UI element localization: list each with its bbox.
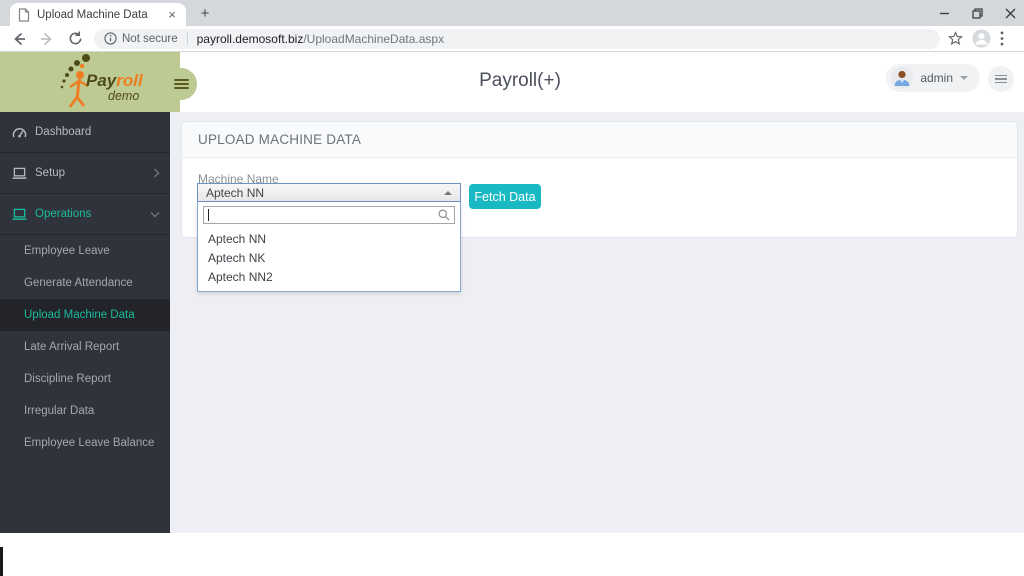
sidebar-subitem-employee-leave-balance[interactable]: Employee Leave Balance xyxy=(0,427,170,459)
sidebar-subitem-discipline-report[interactable]: Discipline Report xyxy=(0,363,170,395)
chevron-right-icon xyxy=(153,168,160,178)
new-tab-button[interactable]: + xyxy=(196,5,214,23)
security-label: Not secure xyxy=(122,32,178,45)
sidebar-item-label: Operations xyxy=(35,208,92,220)
tab-title: Upload Machine Data xyxy=(37,8,148,21)
sidebar-nav: Dashboard Setup Operations Employee Leav… xyxy=(0,112,170,533)
machine-select-selection[interactable]: Aptech NN xyxy=(197,183,461,202)
page-title: Payroll(+) xyxy=(479,70,561,91)
dashboard-gauge-icon xyxy=(12,126,27,139)
app-header: Payroll demo Payroll(+) admin xyxy=(0,52,1024,112)
tab-close-icon[interactable]: × xyxy=(166,8,178,21)
browser-toolbar: Not secure payroll.demosoft.biz/UploadMa… xyxy=(0,26,1024,52)
chevron-down-icon xyxy=(150,211,160,218)
sidebar-item-label: Dashboard xyxy=(35,126,92,138)
dropdown-option-list: Aptech NN Aptech NK Aptech NN2 xyxy=(198,226,460,291)
app-logo[interactable]: Payroll demo xyxy=(0,52,180,112)
user-avatar xyxy=(891,67,914,89)
browser-titlebar: Upload Machine Data × + xyxy=(0,0,1024,26)
sidebar-subitem-irregular-data[interactable]: Irregular Data xyxy=(0,395,170,427)
upload-machine-data-panel: UPLOAD MACHINE DATA Machine Name Aptech … xyxy=(181,121,1018,292)
url-text: payroll.demosoft.biz/UploadMachineData.a… xyxy=(197,32,444,46)
option-aptech-nn[interactable]: Aptech NN xyxy=(198,229,460,248)
header-menu-button[interactable] xyxy=(988,66,1014,92)
laptop-icon xyxy=(12,167,27,180)
panel-title: UPLOAD MACHINE DATA xyxy=(198,132,362,147)
chevron-down-icon xyxy=(960,76,968,80)
bookmark-star-icon[interactable] xyxy=(948,31,963,46)
menu-bars-icon xyxy=(995,73,1007,86)
chevron-up-icon xyxy=(444,190,452,195)
screen: Upload Machine Data × + Not secure payro… xyxy=(0,0,1024,576)
sidebar-subitem-generate-attendance[interactable]: Generate Attendance xyxy=(0,267,170,299)
machine-name-select: Aptech NN Aptech NN Aptech NK Aptech NN2 xyxy=(197,183,461,292)
url-domain: payroll.demosoft.biz xyxy=(196,31,304,46)
back-icon[interactable] xyxy=(10,30,28,48)
forward-icon[interactable] xyxy=(38,30,56,48)
omnibox-divider xyxy=(186,32,188,45)
page-favicon-icon xyxy=(18,7,30,22)
machine-select-value: Aptech NN xyxy=(206,185,265,200)
address-bar[interactable]: Not secure payroll.demosoft.biz/UploadMa… xyxy=(94,28,940,49)
page-bottom-area xyxy=(0,533,1024,576)
text-cursor xyxy=(208,209,209,221)
main-content: UPLOAD MACHINE DATA Machine Name Aptech … xyxy=(170,112,1024,533)
machine-select-dropdown: Aptech NN Aptech NK Aptech NN2 xyxy=(197,202,461,292)
security-chip[interactable]: Not secure xyxy=(104,32,178,45)
search-icon xyxy=(438,209,450,221)
sidebar-subitem-late-arrival-report[interactable]: Late Arrival Report xyxy=(0,331,170,363)
sidebar-item-operations[interactable]: Operations xyxy=(0,194,170,235)
url-path: /UploadMachineData.aspx xyxy=(303,31,445,46)
fetch-data-button[interactable]: Fetch Data xyxy=(469,184,541,209)
sidebar-subitem-employee-leave[interactable]: Employee Leave xyxy=(0,235,170,267)
laptop-icon xyxy=(12,208,27,221)
option-aptech-nk[interactable]: Aptech NK xyxy=(198,248,460,267)
hamburger-icon xyxy=(173,77,189,91)
logo-wordmark: Payroll xyxy=(86,71,143,90)
sidebar-item-setup[interactable]: Setup xyxy=(0,153,170,194)
sidebar-subitem-upload-machine-data[interactable]: Upload Machine Data xyxy=(0,299,170,331)
option-aptech-nn2[interactable]: Aptech NN2 xyxy=(198,267,460,286)
minimize-icon[interactable] xyxy=(939,8,950,19)
sidebar-item-label: Setup xyxy=(35,167,66,179)
logo-demo-label: demo xyxy=(108,89,140,103)
bottom-left-sliver xyxy=(0,547,3,576)
reload-icon[interactable] xyxy=(66,30,84,48)
dropdown-search-input[interactable] xyxy=(203,206,455,224)
browser-tab[interactable]: Upload Machine Data × xyxy=(10,3,186,26)
restore-icon[interactable] xyxy=(972,7,983,19)
sidebar-item-dashboard[interactable]: Dashboard xyxy=(0,112,170,153)
user-menu[interactable]: admin xyxy=(886,64,980,92)
sidebar-toggle-button[interactable] xyxy=(165,68,197,100)
close-window-icon[interactable] xyxy=(1005,8,1016,19)
panel-header: UPLOAD MACHINE DATA xyxy=(182,122,1017,158)
browser-profile-avatar[interactable] xyxy=(972,29,991,48)
browser-menu-dots-icon[interactable] xyxy=(1000,31,1004,46)
user-label: admin xyxy=(920,71,953,85)
